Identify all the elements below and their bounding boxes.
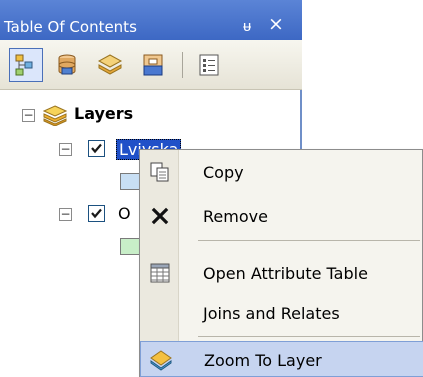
list-by-drawing-order-icon: [15, 54, 33, 76]
menu-item-remove[interactable]: Remove: [140, 194, 423, 238]
toolbar-separator: [182, 52, 183, 78]
toc-title: Table Of Contents: [4, 18, 137, 36]
menu-item-joins-and-relates-label: Joins and Relates: [203, 304, 340, 323]
layer-1-visibility-checkbox[interactable]: [88, 140, 105, 157]
menu-item-copy-label: Copy: [203, 163, 244, 182]
list-by-selection-button[interactable]: [136, 48, 170, 82]
checkmark-icon: [91, 208, 102, 219]
menu-separator: [198, 240, 420, 241]
pin-icon[interactable]: ᵾ: [243, 17, 251, 35]
options-button[interactable]: [192, 48, 226, 82]
layer-1-collapse-toggle[interactable]: −: [59, 143, 72, 156]
list-by-selection-icon: [143, 54, 163, 76]
menu-item-open-attribute-table-label: Open Attribute Table: [203, 264, 368, 283]
layers-icon: [43, 105, 67, 126]
menu-item-remove-label: Remove: [203, 207, 268, 226]
checkmark-icon: [91, 143, 102, 154]
layers-collapse-toggle[interactable]: −: [22, 109, 35, 122]
toc-toolbar: [0, 40, 302, 90]
layer-2-collapse-toggle[interactable]: −: [59, 208, 72, 221]
list-by-source-icon: [58, 54, 76, 75]
toc-title-bar[interactable]: Table Of Contents ᵾ ×: [0, 0, 302, 40]
menu-item-zoom-to-layer[interactable]: Zoom To Layer: [140, 341, 423, 377]
list-by-visibility-icon: [97, 54, 123, 75]
menu-item-zoom-to-layer-label: Zoom To Layer: [204, 351, 322, 370]
menu-item-copy[interactable]: Copy: [140, 150, 423, 194]
menu-item-joins-and-relates[interactable]: Joins and Relates: [140, 291, 423, 335]
menu-item-open-attribute-table[interactable]: Open Attribute Table: [140, 251, 423, 295]
remove-icon: [148, 204, 172, 228]
list-by-source-button[interactable]: [50, 48, 84, 82]
menu-separator: [198, 336, 420, 337]
layer-context-menu: Copy Remove Open Attribute Table Joins a…: [139, 149, 423, 377]
zoom-to-layer-icon: [149, 348, 173, 372]
layers-root-label[interactable]: Layers: [74, 104, 133, 123]
options-icon: [199, 54, 219, 76]
attribute-table-icon: [148, 261, 172, 285]
layer-2-visibility-checkbox[interactable]: [88, 205, 105, 222]
copy-icon: [148, 160, 172, 184]
layer-2-label[interactable]: O: [118, 204, 131, 223]
close-icon[interactable]: ×: [268, 15, 284, 34]
list-by-visibility-button[interactable]: [93, 48, 127, 82]
list-by-drawing-order-button[interactable]: [9, 48, 43, 82]
